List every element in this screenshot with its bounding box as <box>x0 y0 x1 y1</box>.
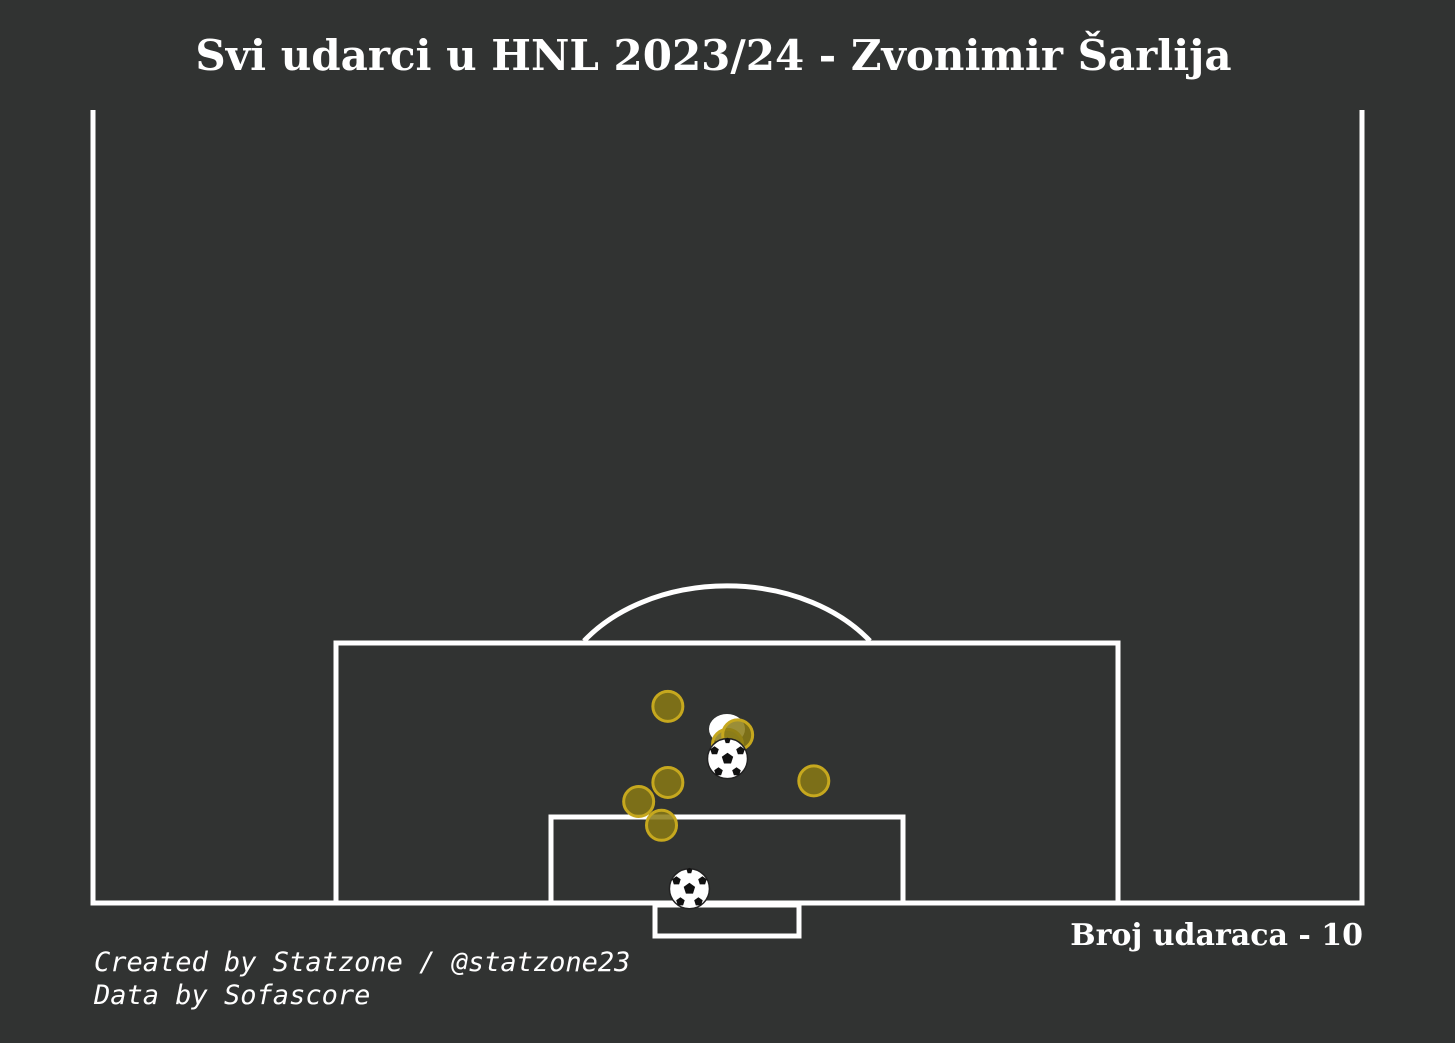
pitch-lines <box>90 110 1365 939</box>
shot-marker <box>622 784 656 818</box>
credits: Created by Statzone / @statzone23 Data b… <box>94 946 630 1012</box>
credit-line: Created by Statzone / @statzone23 <box>94 947 631 978</box>
shot-marker <box>797 764 831 798</box>
shot-goal-marker <box>668 867 711 910</box>
shot-marker <box>645 808 679 842</box>
goal <box>652 902 802 939</box>
six-yard-box <box>548 814 906 906</box>
shot-marker <box>651 689 685 723</box>
penalty-arc <box>582 583 872 643</box>
shot-map <box>90 110 1365 939</box>
shot-marker <box>651 765 685 799</box>
chart-title: Svi udarci u HNL 2023/24 - Zvonimir Šarl… <box>195 31 1232 80</box>
shot-count-label: Broj udaraca - 10 <box>1070 918 1363 953</box>
shot-goal-marker <box>706 737 749 780</box>
shots-layer <box>622 689 831 910</box>
data-source-line: Data by Sofascore <box>94 980 371 1011</box>
half-pitch-boundary <box>90 110 1365 906</box>
